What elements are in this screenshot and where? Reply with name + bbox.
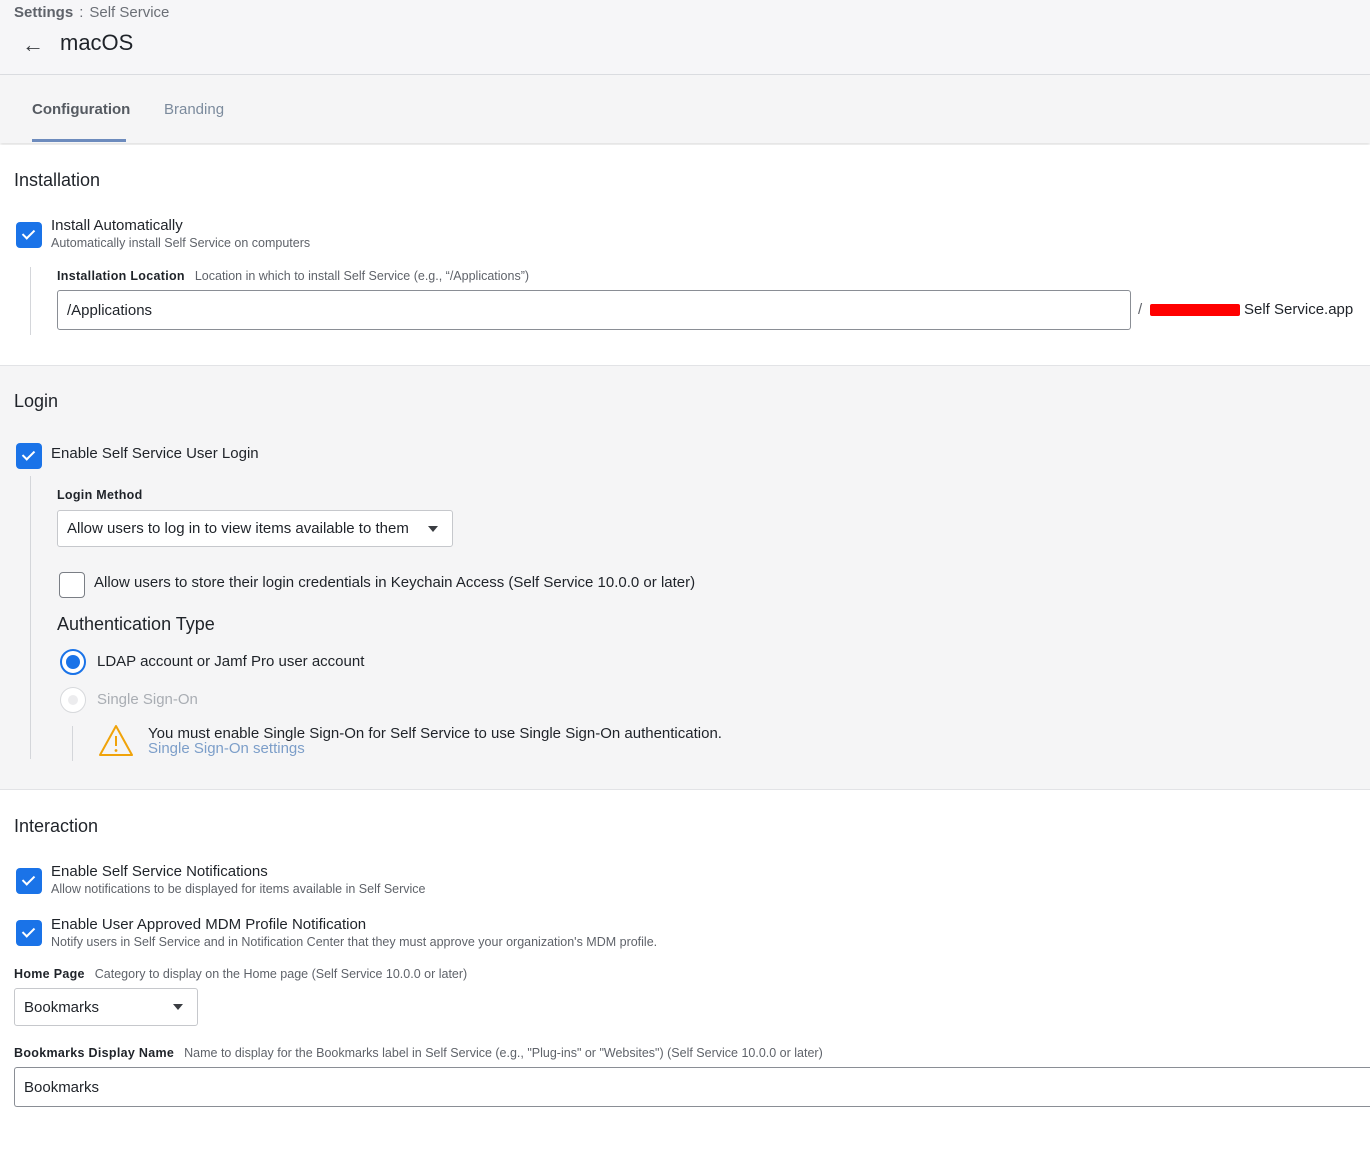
chevron-down-icon [428,525,438,532]
tab-branding[interactable]: Branding [164,101,224,118]
installation-location-value: /Applications [67,301,153,319]
arrow-left-icon[interactable]: ← [22,32,44,58]
login-title: Login [14,391,59,411]
installation-title: Installation [14,170,101,190]
page-header: Settings: Self Service ← macOS [0,0,1370,75]
installation-section: Installation Install Automatically Autom… [0,145,1370,366]
bookmarks-name-field-label: Bookmarks Display Name Name to display fo… [14,1046,823,1060]
breadcrumb-settings[interactable]: Settings [14,4,73,21]
installation-path-slash: / [1138,301,1143,318]
tab-bar: Configuration Branding [0,75,1370,143]
indent-line [30,267,31,335]
bookmarks-name-label: Bookmarks Display Name [14,1046,175,1060]
mdm-notification-desc: Notify users in Self Service and in Noti… [51,935,658,949]
breadcrumb-current: Self Service [89,4,170,21]
breadcrumb: Settings: Self Service [14,4,169,21]
chevron-down-icon [173,1004,183,1010]
breadcrumb-separator: : [79,4,84,21]
sso-radio[interactable] [60,687,86,713]
installation-location-help: Location in which to install Self Servic… [194,269,530,283]
bookmarks-name-help: Name to display for the Bookmarks label … [184,1046,823,1060]
auth-type-title: Authentication Type [57,614,215,634]
sso-label: Single Sign-On [97,691,198,708]
indent-line [72,726,73,761]
sso-settings-link[interactable]: Single Sign-On settings [148,740,305,757]
installation-location-label: Installation Location [57,269,185,283]
login-section: Login Enable Self Service User Login Log… [0,366,1370,790]
redaction-mark [1150,304,1240,316]
home-page-value: Bookmarks [24,998,100,1016]
bookmarks-name-value: Bookmarks [24,1078,100,1096]
notifications-desc: Allow notifications to be displayed for … [51,882,426,896]
tab-configuration[interactable]: Configuration [32,101,130,118]
interaction-title: Interaction [14,816,99,836]
keychain-checkbox[interactable] [59,572,85,598]
interaction-section: Interaction Enable Self Service Notifica… [0,790,1370,1155]
indent-line [30,476,31,759]
install-automatically-desc: Automatically install Self Service on co… [51,236,311,250]
home-page-select[interactable]: Bookmarks [14,988,198,1026]
page-title: macOS [60,30,134,55]
login-method-field-label: Login Method [57,488,153,502]
installation-path-suffix: Self Service.app [1244,301,1354,318]
installation-location-field-label: Installation Location Location in which t… [57,269,529,283]
home-page-label: Home Page [14,967,85,981]
ldap-radio[interactable] [60,649,86,675]
bookmarks-name-input[interactable]: Bookmarks [14,1067,1370,1107]
warning-icon [99,725,133,756]
mdm-notification-label: Enable User Approved MDM Profile Notific… [51,916,367,933]
login-method-select[interactable]: Allow users to log in to view items avai… [57,510,453,547]
notifications-label: Enable Self Service Notifications [51,863,268,880]
home-page-field-label: Home Page Category to display on the Home… [14,967,467,981]
install-automatically-checkbox[interactable] [16,222,42,248]
ldap-label: LDAP account or Jamf Pro user account [97,653,365,670]
enable-login-checkbox[interactable] [16,443,42,469]
login-method-label: Login Method [57,488,143,502]
installation-location-input[interactable]: /Applications [57,290,1131,330]
home-page-help: Category to display on the Home page (Se… [94,967,468,981]
mdm-notification-checkbox[interactable] [16,920,42,946]
keychain-label: Allow users to store their login credent… [94,574,696,591]
install-automatically-label: Install Automatically [51,217,183,234]
login-method-value: Allow users to log in to view items avai… [67,520,409,537]
enable-login-label: Enable Self Service User Login [51,445,259,462]
active-tab-indicator [32,139,126,142]
notifications-checkbox[interactable] [16,868,42,894]
